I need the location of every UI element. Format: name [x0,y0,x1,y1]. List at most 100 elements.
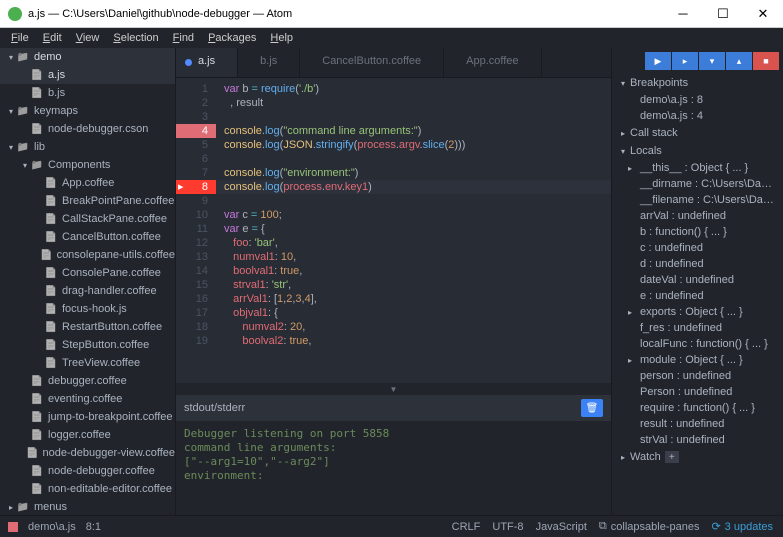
code-line[interactable]: var c = 100; [224,208,611,222]
tree-item-node-debugger-coffee[interactable]: node-debugger.coffee [0,462,175,480]
file-tree[interactable]: ▾demoa.jsb.js▾keymapsnode-debugger.cson▾… [0,48,176,515]
tree-item-consolepane-coffee[interactable]: ConsolePane.coffee [0,264,175,282]
tree-item-components[interactable]: ▾Components [0,156,175,174]
line-number[interactable]: 8 [176,180,216,194]
tree-item-node-debugger-view-coffee[interactable]: node-debugger-view.coffee [0,444,175,462]
debug-item[interactable]: dateVal : undefined [612,272,783,288]
debug-step-out-button[interactable]: ▴ [726,52,752,70]
status-language[interactable]: JavaScript [536,521,587,533]
line-number[interactable]: 6 [176,152,216,166]
code-editor[interactable]: 12345678910111213141516171819 var b = re… [176,78,611,383]
debug-item[interactable]: localFunc : function() { ... } [612,336,783,352]
tree-item-logger-coffee[interactable]: logger.coffee [0,426,175,444]
tree-item-b-js[interactable]: b.js [0,84,175,102]
tree-item-treeview-coffee[interactable]: TreeView.coffee [0,354,175,372]
line-number[interactable]: 15 [176,278,216,292]
code-line[interactable]: console.log("command line arguments:") [224,124,611,138]
code-line[interactable]: numval1: 10, [224,250,611,264]
tree-item-debugger-coffee[interactable]: debugger.coffee [0,372,175,390]
section-call-stack[interactable]: ▸Call stack [612,124,783,142]
debug-item[interactable]: c : undefined [612,240,783,256]
tree-item-callstackpane-coffee[interactable]: CallStackPane.coffee [0,210,175,228]
code-line[interactable]: console.log("environment:") [224,166,611,180]
maximize-button[interactable]: ☐ [703,0,743,28]
debug-step-over-button[interactable]: ▸ [672,52,698,70]
status-updates[interactable]: ⟳ 3 updates [711,520,773,533]
tree-item-lib[interactable]: ▾lib [0,138,175,156]
code-line[interactable]: var b = require('./b') [224,82,611,96]
code-line[interactable] [224,110,611,124]
code-line[interactable] [224,152,611,166]
line-number[interactable]: 9 [176,194,216,208]
line-number[interactable]: 14 [176,264,216,278]
line-number[interactable]: 7 [176,166,216,180]
tree-item-restartbutton-coffee[interactable]: RestartButton.coffee [0,318,175,336]
debug-item[interactable]: ▸module : Object { ... } [612,352,783,368]
tree-item-breakpointpane-coffee[interactable]: BreakPointPane.coffee [0,192,175,210]
tree-item-app-coffee[interactable]: App.coffee [0,174,175,192]
debug-item[interactable]: ▸exports : Object { ... } [612,304,783,320]
code-line[interactable] [224,194,611,208]
panel-resize-handle[interactable] [176,383,611,395]
menu-help[interactable]: Help [263,30,300,46]
debug-item[interactable]: person : undefined [612,368,783,384]
minimize-button[interactable]: ─ [663,0,703,28]
debug-item[interactable]: arrVal : undefined [612,208,783,224]
tree-item-a-js[interactable]: a.js [0,66,175,84]
tree-item-non-editable-editor-coffee[interactable]: non-editable-editor.coffee [0,480,175,498]
gutter[interactable]: 12345678910111213141516171819 [176,78,216,383]
tree-item-drag-handler-coffee[interactable]: drag-handler.coffee [0,282,175,300]
debug-item[interactable]: strVal : undefined [612,432,783,448]
add-watch-button[interactable]: + [665,451,679,463]
debug-item[interactable]: demo\a.js : 8 [612,92,783,108]
debug-item[interactable]: f_res : undefined [612,320,783,336]
tree-item-cancelbutton-coffee[interactable]: CancelButton.coffee [0,228,175,246]
menu-edit[interactable]: Edit [36,30,69,46]
status-cursor-pos[interactable]: 8:1 [86,521,101,533]
debug-stop-button[interactable]: ■ [753,52,779,70]
debug-item[interactable]: require : function() { ... } [612,400,783,416]
status-encoding[interactable]: UTF-8 [492,521,523,533]
section-locals[interactable]: ▾Locals [612,142,783,160]
menu-selection[interactable]: Selection [106,30,165,46]
line-number[interactable]: 10 [176,208,216,222]
debug-item[interactable]: demo\a.js : 4 [612,108,783,124]
tree-item-demo[interactable]: ▾demo [0,48,175,66]
debug-run-button[interactable]: ▶ [645,52,671,70]
section-watch[interactable]: ▸Watch+ [612,448,783,466]
menu-find[interactable]: Find [166,30,201,46]
code-line[interactable]: strval1: 'str', [224,278,611,292]
code-line[interactable]: , result [224,96,611,110]
tree-item-focus-hook-js[interactable]: focus-hook.js [0,300,175,318]
debug-item[interactable]: b : function() { ... } [612,224,783,240]
tab-cancelbutton-coffee[interactable]: CancelButton.coffee [300,48,444,77]
section-breakpoints[interactable]: ▾Breakpoints [612,74,783,92]
code-line[interactable]: foo: 'bar', [224,236,611,250]
code-line[interactable]: var e = { [224,222,611,236]
line-number[interactable]: 11 [176,222,216,236]
line-number[interactable]: 19 [176,334,216,348]
tree-item-stepbutton-coffee[interactable]: StepButton.coffee [0,336,175,354]
code-body[interactable]: var b = require('./b') , result console.l… [216,78,611,383]
code-line[interactable]: boolval2: true, [224,334,611,348]
debug-item[interactable]: Person : undefined [612,384,783,400]
clear-console-button[interactable]: 🗑 [581,399,603,417]
debug-item[interactable]: __filename : C:\Users\Daniel\github\ [612,192,783,208]
status-panes[interactable]: ⧉ collapsable-panes [599,520,700,533]
line-number[interactable]: 12 [176,236,216,250]
tree-item-node-debugger-cson[interactable]: node-debugger.cson [0,120,175,138]
tree-item-keymaps[interactable]: ▾keymaps [0,102,175,120]
code-line[interactable]: console.log(process.env.key1) [216,180,611,194]
tab-a-js[interactable]: a.js [176,48,238,77]
menu-file[interactable]: File [4,30,36,46]
tree-item-consolepane-utils-coffee[interactable]: consolepane-utils.coffee [0,246,175,264]
menu-packages[interactable]: Packages [201,30,263,46]
line-number[interactable]: 17 [176,306,216,320]
tree-item-eventing-coffee[interactable]: eventing.coffee [0,390,175,408]
tree-item-menus[interactable]: ▸menus [0,498,175,515]
line-number[interactable]: 13 [176,250,216,264]
line-number[interactable]: 18 [176,320,216,334]
line-number[interactable]: 2 [176,96,216,110]
line-number[interactable]: 3 [176,110,216,124]
line-number[interactable]: 16 [176,292,216,306]
